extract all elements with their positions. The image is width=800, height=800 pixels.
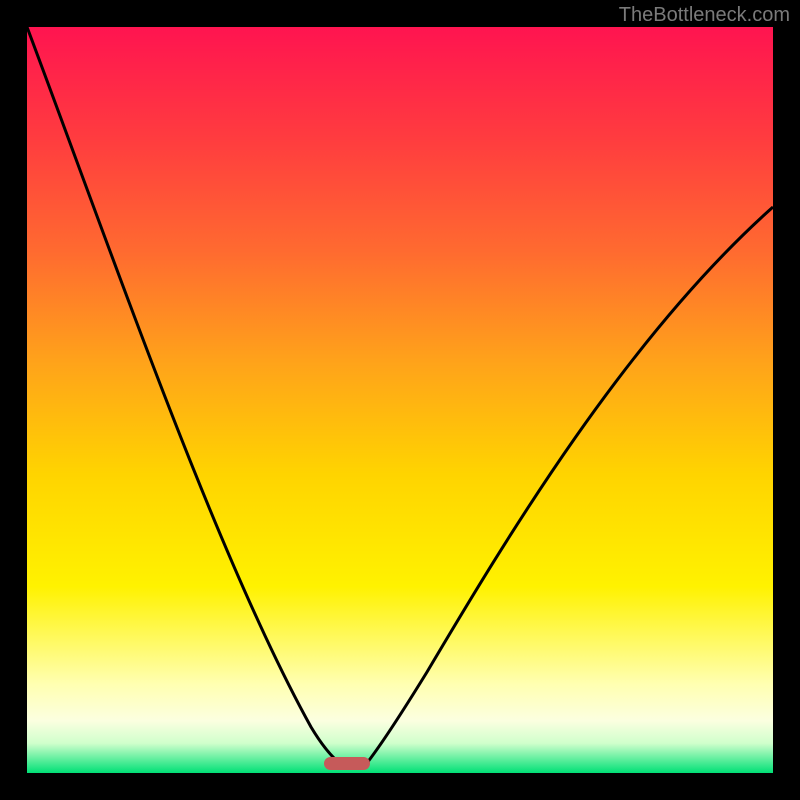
bottleneck-curve [27, 27, 773, 773]
chart-frame [27, 27, 773, 773]
right-curve [367, 207, 773, 763]
attribution-text: TheBottleneck.com [619, 4, 790, 27]
optimal-marker [324, 757, 370, 770]
left-curve [27, 27, 345, 767]
